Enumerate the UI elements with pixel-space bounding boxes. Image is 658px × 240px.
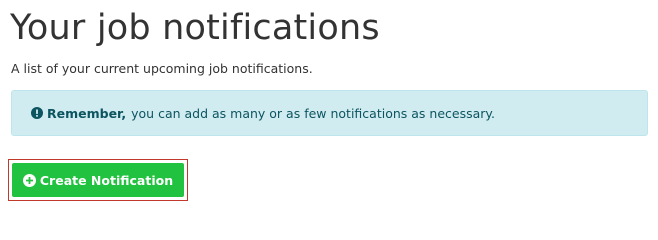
plus-circle-icon — [22, 173, 36, 187]
alert-message: you can add as many or as few notificati… — [131, 105, 495, 121]
create-notification-label: Create Notification — [39, 172, 174, 188]
alert-strong-text: Remember, — [47, 105, 127, 121]
create-notification-button[interactable]: Create Notification — [12, 163, 184, 197]
create-button-highlight: Create Notification — [8, 159, 188, 201]
info-alert: Remember, you can add as many or as few … — [11, 90, 648, 136]
page-subtitle: A list of your current upcoming job noti… — [11, 61, 313, 76]
exclamation-circle-icon — [31, 107, 43, 119]
page-title: Your job notifications — [10, 8, 380, 48]
